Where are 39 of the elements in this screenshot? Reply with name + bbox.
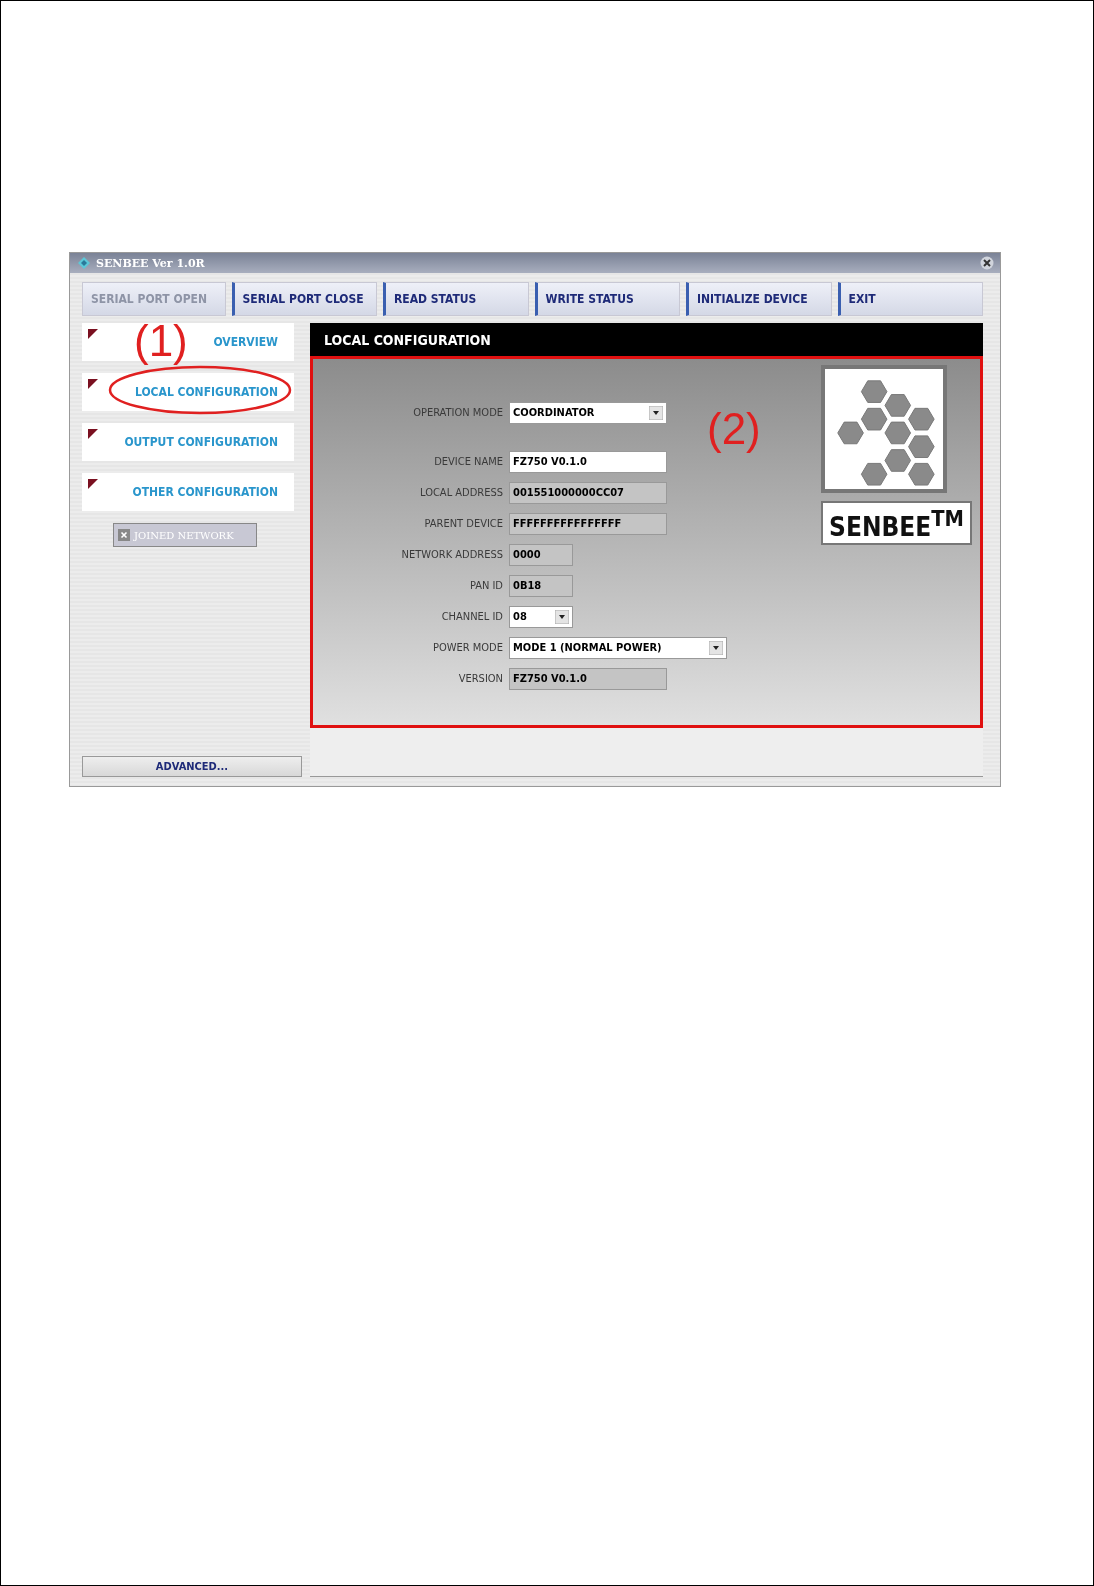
close-icon[interactable] bbox=[980, 256, 994, 270]
field-label: PAN ID bbox=[468, 579, 503, 592]
dropdown-arrow-icon[interactable] bbox=[649, 405, 663, 420]
dropdown[interactable]: MODE 1 (NORMAL POWER) bbox=[509, 636, 727, 659]
field-label: POWER MODE bbox=[432, 641, 503, 654]
annotation-label: (2) bbox=[707, 407, 761, 451]
field-label: LOCAL ADDRESS bbox=[419, 486, 503, 499]
input-field[interactable]: 0B18 bbox=[509, 574, 573, 597]
toolbar-button[interactable]: EXIT bbox=[837, 282, 983, 316]
dropdown-arrow-icon[interactable] bbox=[555, 609, 569, 624]
input-field[interactable]: 001551000000CC07 bbox=[509, 481, 667, 504]
advanced-button[interactable]: ADVANCED... bbox=[82, 756, 302, 777]
input-field[interactable]: FFFFFFFFFFFFFFFF bbox=[509, 512, 667, 535]
field-label: PARENT DEVICE bbox=[423, 517, 503, 530]
dropdown-arrow-icon[interactable] bbox=[709, 640, 723, 655]
brand-logo: SENBEE$^{TM}$ bbox=[821, 501, 972, 545]
input-field[interactable]: 0000 bbox=[509, 543, 573, 566]
corner-triangle-icon bbox=[88, 429, 98, 439]
panel-header: LOCAL CONFIGURATION bbox=[310, 323, 983, 356]
corner-triangle-icon bbox=[88, 379, 98, 389]
field-label: VERSION bbox=[457, 672, 503, 685]
app-icon bbox=[76, 256, 92, 270]
input-field[interactable]: FZ750 V0.1.0 bbox=[509, 667, 667, 690]
toolbar-button[interactable]: SERIAL PORT CLOSE bbox=[231, 282, 377, 316]
input-field[interactable]: FZ750 V0.1.0 bbox=[509, 450, 667, 473]
toolbar-button[interactable]: WRITE STATUS bbox=[534, 282, 680, 316]
toolbar-button[interactable]: READ STATUS bbox=[383, 282, 529, 316]
window-title: SENBEE Ver 1.0R bbox=[96, 256, 205, 270]
field-label: OPERATION MODE bbox=[412, 406, 503, 419]
dropdown[interactable]: COORDINATOR bbox=[509, 401, 667, 424]
corner-triangle-icon bbox=[88, 329, 98, 339]
dropdown[interactable]: 08 bbox=[509, 605, 573, 628]
field-label: DEVICE NAME bbox=[433, 455, 503, 468]
toolbar-button[interactable]: INITIALIZE DEVICE bbox=[686, 282, 832, 316]
checkbox-x-icon bbox=[118, 529, 130, 541]
field-label: NETWORK ADDRESS bbox=[400, 548, 503, 561]
corner-triangle-icon bbox=[88, 479, 98, 489]
field-label: CHANNEL ID bbox=[440, 610, 503, 623]
hexagon-logo-icon bbox=[821, 365, 948, 493]
